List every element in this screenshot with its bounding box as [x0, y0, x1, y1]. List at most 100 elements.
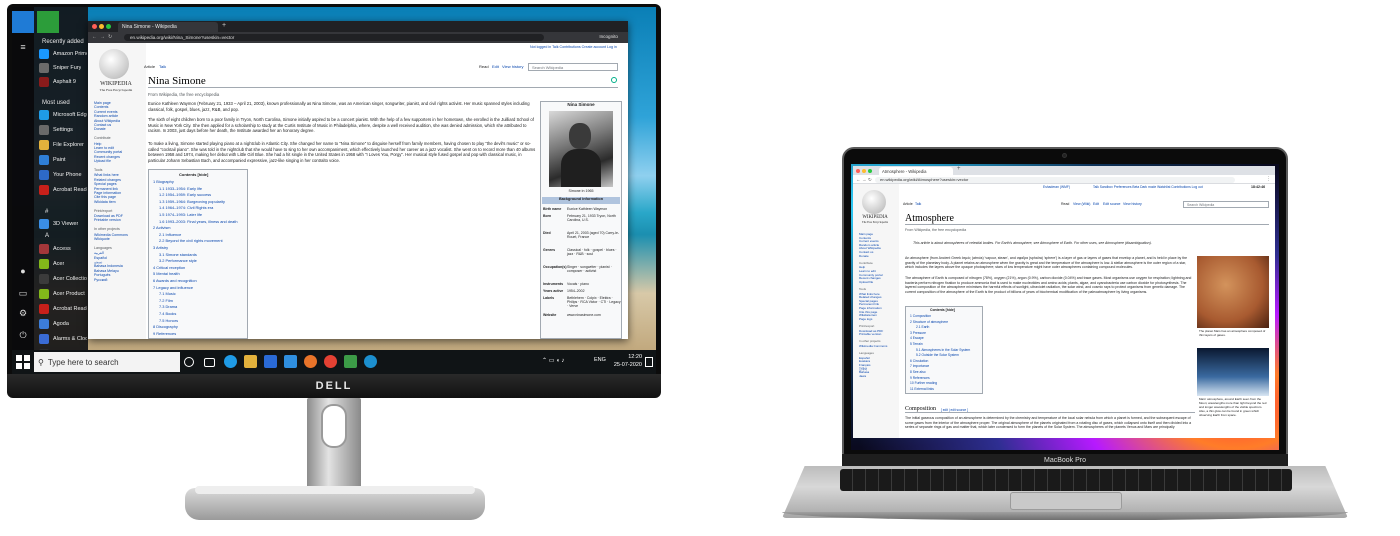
- mac-toc-entry[interactable]: 5.1 Atmospheres in the Solar System: [916, 348, 970, 352]
- notifications-icon[interactable]: [645, 357, 653, 367]
- sidebar-link[interactable]: Русский: [94, 278, 107, 282]
- wiki-personal-links[interactable]: Not logged in Talk Contributions Create …: [530, 45, 617, 49]
- sidebar-link[interactable]: Upload file: [94, 159, 111, 163]
- sidebar-link[interactable]: Wikimedia Commons: [94, 233, 128, 237]
- mars-image[interactable]: [1197, 256, 1269, 328]
- sidebar-link[interactable]: Community portal: [94, 150, 122, 154]
- mac-wiki-username[interactable]: Eshaderan (WMF): [1043, 185, 1070, 189]
- folder-tile-icon[interactable]: [12, 11, 34, 33]
- settings-gear-icon[interactable]: ⚙: [17, 307, 29, 319]
- sidebar-link[interactable]: What links here: [94, 173, 119, 177]
- mac-minimize-button[interactable]: [862, 168, 866, 173]
- sidebar-link[interactable]: Recent changes: [94, 155, 120, 159]
- close-window-button[interactable]: [92, 24, 97, 29]
- sidebar-link[interactable]: Jawa: [859, 374, 866, 378]
- tab-view-history[interactable]: View history: [502, 64, 524, 69]
- mac-tab-view-wiki[interactable]: View (Wiki): [1073, 202, 1090, 206]
- browser-tab[interactable]: Nina Simone - Wikipedia: [118, 22, 218, 32]
- hamburger-icon[interactable]: ≡: [17, 41, 29, 53]
- a-app-item[interactable]: Access: [39, 242, 87, 256]
- mac-wiki-search-input[interactable]: Search Wikipedia: [1183, 201, 1269, 208]
- sidebar-link[interactable]: Português: [94, 273, 110, 277]
- toc-entry[interactable]: 1.6 1993–2003: Final years, illness and …: [159, 219, 238, 224]
- earth-limb-image[interactable]: [1197, 348, 1269, 396]
- windows-start-icon[interactable]: [16, 355, 30, 369]
- documents-icon[interactable]: ▭: [17, 287, 29, 299]
- recent-app-item[interactable]: Asphalt 9: [39, 75, 87, 89]
- letter-a-heading[interactable]: A: [45, 233, 49, 239]
- toc-entry[interactable]: 1.2 1954–1959: Early success: [159, 192, 211, 197]
- tab-article[interactable]: Article: [144, 64, 155, 69]
- mac-browser-tab[interactable]: Atmosphere - Wikipedia: [879, 167, 953, 175]
- sidebar-link[interactable]: Page information: [94, 191, 121, 195]
- toc-entry[interactable]: 3.1 Simone standards: [159, 252, 197, 257]
- sidebar-link[interactable]: Wikiquote: [94, 237, 110, 241]
- chrome-icon[interactable]: [324, 355, 337, 368]
- macbook-trackpad[interactable]: [1010, 492, 1122, 510]
- mac-tab-article[interactable]: Article: [903, 202, 913, 206]
- sidebar-link[interactable]: Page logs: [859, 317, 872, 321]
- sidebar-link[interactable]: Español: [94, 256, 107, 260]
- mac-toc-entry[interactable]: 6 Circulation: [910, 359, 928, 363]
- tab-edit[interactable]: Edit: [492, 64, 499, 69]
- edge-icon[interactable]: [224, 355, 237, 368]
- minimize-window-button[interactable]: [99, 24, 104, 29]
- toc-entry[interactable]: 7.5 Honors: [159, 318, 178, 323]
- a-app-item[interactable]: Acrobat Reader: [39, 302, 87, 316]
- file-explorer-icon[interactable]: [244, 355, 257, 368]
- toc-entry[interactable]: 4 Critical reception: [153, 265, 185, 270]
- mac-tab-edit-source[interactable]: Edit source: [1103, 202, 1121, 206]
- toc-entry[interactable]: 1.4 1964–1974: Civil Rights era: [159, 205, 213, 210]
- maximize-window-button[interactable]: [106, 24, 111, 29]
- mac-tab-talk[interactable]: Talk: [915, 202, 921, 206]
- a-app-item[interactable]: Agoda: [39, 317, 87, 331]
- language-indicator[interactable]: ENG: [594, 357, 606, 363]
- most-used-app-item[interactable]: Microsoft Edge: [39, 108, 87, 122]
- taskbar-search-box[interactable]: ⚲ Type here to search: [34, 352, 180, 372]
- mac-toc-entry[interactable]: 11 External links: [910, 387, 934, 391]
- sidebar-link[interactable]: Wikidata item: [94, 200, 116, 204]
- mac-toc-entry[interactable]: 1 Composition: [910, 314, 931, 318]
- a-app-item[interactable]: Acer: [39, 257, 87, 271]
- mac-tab-view-history[interactable]: View history: [1123, 202, 1142, 206]
- mac-tab-edit[interactable]: Edit: [1093, 202, 1099, 206]
- store-icon[interactable]: [264, 355, 277, 368]
- sidebar-link[interactable]: Bahasa Indonesia: [94, 264, 123, 268]
- toc-entry[interactable]: 1.5 1974–1993: Later life: [159, 212, 202, 217]
- mac-toc-entry[interactable]: 2.1 Earth: [916, 325, 929, 329]
- nav-arrows-icon[interactable]: ←→↻: [92, 34, 115, 40]
- app-blue-icon[interactable]: [364, 355, 377, 368]
- sidebar-link[interactable]: Current events: [94, 110, 118, 114]
- mac-toc-entry[interactable]: 9 References: [910, 376, 930, 380]
- toc-entry[interactable]: 2.1 Influence: [159, 232, 181, 237]
- sidebar-link[interactable]: Cite this page: [94, 195, 116, 199]
- toc-entry[interactable]: 6 Awards and recognition: [153, 278, 197, 283]
- toc-entry[interactable]: 9 References: [153, 331, 176, 336]
- sidebar-link[interactable]: About Wikipedia: [94, 119, 120, 123]
- sidebar-link[interactable]: Donate: [94, 127, 106, 131]
- tab-read[interactable]: Read: [479, 64, 489, 69]
- most-used-app-item[interactable]: File Explorer: [39, 138, 87, 152]
- toc-entry[interactable]: 2.2 Beyond the civil rights movement: [159, 238, 223, 243]
- mac-maximize-button[interactable]: [868, 168, 872, 173]
- mac-wikipedia-globe-logo-icon[interactable]: [862, 190, 886, 214]
- sidebar-link[interactable]: Permanent link: [94, 187, 118, 191]
- sidebar-link[interactable]: Upload file: [859, 280, 873, 284]
- toc-entry[interactable]: 1 Biography: [153, 179, 174, 184]
- sidebar-link[interactable]: Wikimedia Commons: [859, 344, 887, 348]
- sidebar-link[interactable]: Learn to edit: [94, 146, 114, 150]
- sidebar-link[interactable]: Special pages: [94, 182, 117, 186]
- tray-icons[interactable]: ⌃ ▭ ◖ ♪: [542, 357, 564, 364]
- taskbar-clock[interactable]: 12:20 25-07-2020: [614, 353, 642, 369]
- portrait-photo[interactable]: [549, 111, 613, 187]
- mail-icon[interactable]: [284, 355, 297, 368]
- mac-address-bar[interactable]: en.wikipedia.org/wiki/Atmosphere?useskin…: [875, 176, 1235, 183]
- nvidia-tile-icon[interactable]: [37, 11, 59, 33]
- mac-new-tab-plus-icon[interactable]: +: [957, 166, 961, 172]
- toc-entry[interactable]: 3.2 Performance style: [159, 258, 197, 263]
- hash-app-item[interactable]: 3D Viewer: [39, 217, 87, 231]
- a-app-item[interactable]: Acer Collection: [39, 272, 87, 286]
- address-bar[interactable]: en.wikipedia.org/wiki/Nina_Simone?useski…: [124, 34, 544, 41]
- mac-toc-entry[interactable]: 10 Further reading: [910, 381, 937, 385]
- firefox-icon[interactable]: [304, 355, 317, 368]
